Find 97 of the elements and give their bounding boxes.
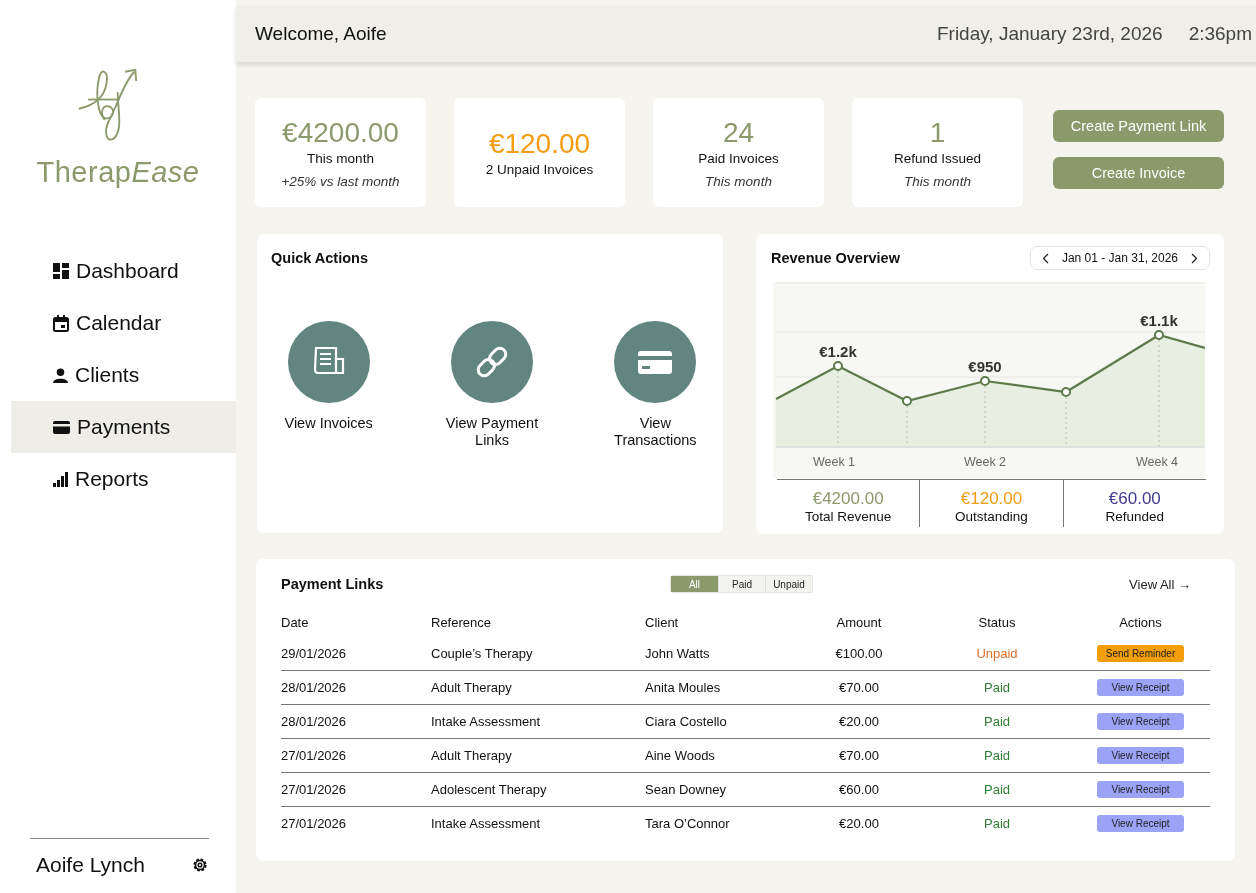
stat-value: €4200.00 [282, 116, 399, 149]
column-header: Reference [431, 614, 492, 630]
credit-card-icon [53, 420, 70, 434]
column-header: Date [281, 614, 310, 630]
nav-item[interactable]: Dashboard [11, 245, 236, 297]
credit-card-icon[interactable] [614, 321, 697, 403]
stat-value: €120.00 [488, 128, 591, 160]
date-range-picker[interactable]: Jan 01 - Jan 31, 2026 [1029, 246, 1210, 270]
settings-icon[interactable] [191, 856, 209, 874]
reminder-button[interactable]: Send Reminder [1097, 645, 1184, 662]
status-text: Unpaid [976, 646, 1018, 661]
filter-tab[interactable]: Paid [718, 576, 765, 592]
table-cell: €70.00 [839, 748, 879, 763]
table-cell-text: Tara O’Connor [645, 816, 731, 831]
table-cell-text: Intake Assessment [431, 714, 542, 729]
table-cell-text: Adult Therapy [431, 748, 513, 763]
chevron-right-icon[interactable] [1191, 252, 1198, 264]
date-text: Friday, January 23rd, 2026 [936, 23, 1163, 45]
table-cell: €70.00 [839, 680, 879, 695]
table-cell-text: Intake Assessment [431, 816, 542, 831]
filter-tab[interactable]: Unpaid [765, 576, 812, 592]
nav-item[interactable]: Payments [11, 401, 236, 453]
point-label: €1.1k [1140, 312, 1178, 329]
table-cell-text: 27/01/2026 [281, 816, 348, 831]
nav-item[interactable]: Calendar [11, 297, 236, 349]
table-cell-text: Anita Moules [645, 680, 722, 695]
table-cell: €20.00 [839, 816, 879, 831]
status-text: Paid [984, 748, 1010, 763]
bar-chart-icon [53, 471, 68, 487]
quick-action-label[interactable]: View Invoices [284, 415, 373, 432]
stat-value: 24 [722, 116, 755, 149]
chevron-left-icon[interactable] [1041, 252, 1049, 264]
total-value: €4200.00 [812, 489, 884, 509]
total-value: €60.00 [1108, 489, 1161, 509]
receipt-button[interactable]: View Receipt [1097, 747, 1184, 764]
stat-value: 1 [929, 116, 946, 149]
stat-label: Refund Issued [893, 150, 982, 166]
logo-text: TherapEase [36, 156, 200, 189]
receipt-button[interactable]: View Receipt [1097, 713, 1184, 730]
dashboard-icon [53, 263, 69, 279]
date-range-text: Jan 01 - Jan 31, 2026 [1061, 251, 1178, 265]
quick-action-label[interactable]: View Transactions [601, 415, 709, 449]
point-label: €1.2k [819, 343, 857, 360]
status-text: Paid [984, 816, 1010, 831]
calendar-icon [53, 314, 69, 332]
time-text: 2:36pm [1188, 23, 1252, 45]
stat-label: 2 Unpaid Invoices [485, 162, 594, 177]
total-value: €120.00 [960, 489, 1023, 509]
table-cell-text: 28/01/2026 [281, 680, 348, 695]
nav-item[interactable]: Clients [11, 349, 236, 401]
user-name: Aoife Lynch [36, 853, 145, 877]
column-header: Client [645, 614, 680, 630]
card-title: Quick Actions [271, 250, 368, 266]
receipt-icon[interactable] [287, 321, 370, 403]
receipt-button[interactable]: View Receipt [1097, 781, 1184, 798]
stat-note: This month [705, 173, 772, 189]
axis-label: Week 2 [963, 455, 1007, 469]
table-cell-text: Couple’s Therapy [431, 646, 534, 661]
stat-note: +25% vs last month [281, 173, 400, 189]
card-title: Payment Links [281, 576, 385, 592]
nav-item[interactable]: Reports [11, 453, 236, 505]
column-header: Amount [836, 614, 882, 630]
welcome-text: Welcome, Aoife [255, 23, 388, 45]
stat-label: Paid Invoices [698, 150, 779, 166]
total-label: Total Revenue [805, 509, 892, 524]
status-text: Paid [984, 714, 1010, 729]
table-cell-text: Adolescent Therapy [431, 782, 548, 797]
card-title: Revenue Overview [771, 250, 900, 266]
table-cell: €20.00 [839, 714, 879, 729]
total-label: Refunded [1105, 509, 1165, 524]
table-cell-text: 28/01/2026 [281, 714, 348, 729]
view-all-link[interactable]: View All → [1129, 576, 1191, 592]
column-header: Status [978, 614, 1016, 630]
axis-label: Week 4 [1135, 455, 1179, 469]
person-icon [53, 367, 68, 383]
table-cell-text: Sean Downey [645, 782, 727, 797]
column-header: Actions [1119, 614, 1162, 630]
receipt-button[interactable]: View Receipt [1097, 815, 1184, 832]
point-label: €950 [968, 358, 1002, 375]
stat-label: This month [307, 150, 374, 166]
table-cell-text: 27/01/2026 [281, 748, 348, 763]
total-label: Outstanding [955, 509, 1028, 524]
receipt-button[interactable]: View Receipt [1097, 679, 1184, 696]
table-cell: €60.00 [839, 782, 879, 797]
stat-note: This month [904, 173, 971, 189]
table-cell-text: John Watts [645, 646, 711, 661]
table-cell: €100.00 [835, 646, 883, 661]
table-cell-text: 27/01/2026 [281, 782, 348, 797]
axis-label: Week 1 [812, 455, 856, 469]
table-cell-text: 29/01/2026 [281, 646, 348, 661]
status-text: Paid [984, 782, 1010, 797]
link-icon[interactable] [451, 321, 533, 403]
quick-action-label[interactable]: View Payment Links [438, 415, 546, 449]
table-cell-text: Ciara Costello [645, 714, 728, 729]
table-cell-text: Adult Therapy [431, 680, 513, 695]
status-text: Paid [984, 680, 1010, 695]
table-cell-text: Aine Woods [645, 748, 716, 763]
